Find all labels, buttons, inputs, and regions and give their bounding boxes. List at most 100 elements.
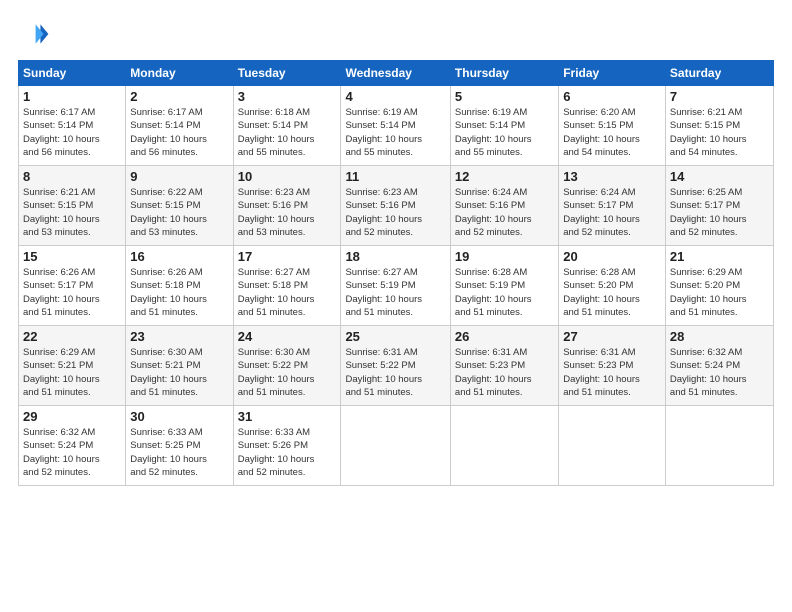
- calendar-cell: [665, 406, 773, 486]
- day-info: Sunrise: 6:17 AM Sunset: 5:14 PM Dayligh…: [130, 106, 228, 159]
- header: [18, 18, 774, 50]
- calendar-cell: 28 Sunrise: 6:32 AM Sunset: 5:24 PM Dayli…: [665, 326, 773, 406]
- day-info: Sunrise: 6:28 AM Sunset: 5:20 PM Dayligh…: [563, 266, 661, 319]
- day-number: 29: [23, 409, 121, 424]
- day-number: 12: [455, 169, 554, 184]
- calendar-cell: 25 Sunrise: 6:31 AM Sunset: 5:22 PM Dayli…: [341, 326, 450, 406]
- day-number: 8: [23, 169, 121, 184]
- calendar-header: SundayMondayTuesdayWednesdayThursdayFrid…: [19, 61, 774, 86]
- calendar-cell: 21 Sunrise: 6:29 AM Sunset: 5:20 PM Dayli…: [665, 246, 773, 326]
- calendar-cell: 6 Sunrise: 6:20 AM Sunset: 5:15 PM Daylig…: [559, 86, 666, 166]
- week-row-3: 15Sunrise: 6:26 AM Sunset: 5:17 PM Dayli…: [19, 246, 774, 326]
- weekday-wednesday: Wednesday: [341, 61, 450, 86]
- day-number: 18: [345, 249, 445, 264]
- logo-icon: [18, 18, 50, 50]
- day-info: Sunrise: 6:24 AM Sunset: 5:17 PM Dayligh…: [563, 186, 661, 239]
- calendar-cell: 24 Sunrise: 6:30 AM Sunset: 5:22 PM Dayli…: [233, 326, 341, 406]
- day-number: 4: [345, 89, 445, 104]
- calendar-cell: 17Sunrise: 6:27 AM Sunset: 5:18 PM Dayli…: [233, 246, 341, 326]
- calendar-cell: 23 Sunrise: 6:30 AM Sunset: 5:21 PM Dayli…: [126, 326, 233, 406]
- day-info: Sunrise: 6:23 AM Sunset: 5:16 PM Dayligh…: [238, 186, 337, 239]
- calendar-cell: 2 Sunrise: 6:17 AM Sunset: 5:14 PM Daylig…: [126, 86, 233, 166]
- day-info: Sunrise: 6:27 AM Sunset: 5:19 PM Dayligh…: [345, 266, 445, 319]
- day-number: 27: [563, 329, 661, 344]
- calendar-cell: 1 Sunrise: 6:17 AM Sunset: 5:14 PM Daylig…: [19, 86, 126, 166]
- day-number: 1: [23, 89, 121, 104]
- weekday-sunday: Sunday: [19, 61, 126, 86]
- day-info: Sunrise: 6:31 AM Sunset: 5:22 PM Dayligh…: [345, 346, 445, 399]
- day-info: Sunrise: 6:31 AM Sunset: 5:23 PM Dayligh…: [455, 346, 554, 399]
- calendar-cell: 18 Sunrise: 6:27 AM Sunset: 5:19 PM Dayli…: [341, 246, 450, 326]
- day-number: 30: [130, 409, 228, 424]
- day-number: 20: [563, 249, 661, 264]
- week-row-1: 1 Sunrise: 6:17 AM Sunset: 5:14 PM Daylig…: [19, 86, 774, 166]
- calendar-cell: 11Sunrise: 6:23 AM Sunset: 5:16 PM Dayli…: [341, 166, 450, 246]
- day-info: Sunrise: 6:18 AM Sunset: 5:14 PM Dayligh…: [238, 106, 337, 159]
- day-number: 28: [670, 329, 769, 344]
- calendar-cell: 8 Sunrise: 6:21 AM Sunset: 5:15 PM Daylig…: [19, 166, 126, 246]
- day-info: Sunrise: 6:19 AM Sunset: 5:14 PM Dayligh…: [345, 106, 445, 159]
- calendar-cell: [559, 406, 666, 486]
- day-number: 26: [455, 329, 554, 344]
- day-number: 21: [670, 249, 769, 264]
- day-number: 5: [455, 89, 554, 104]
- day-info: Sunrise: 6:24 AM Sunset: 5:16 PM Dayligh…: [455, 186, 554, 239]
- calendar-cell: 30Sunrise: 6:33 AM Sunset: 5:25 PM Dayli…: [126, 406, 233, 486]
- week-row-5: 29 Sunrise: 6:32 AM Sunset: 5:24 PM Dayli…: [19, 406, 774, 486]
- day-number: 16: [130, 249, 228, 264]
- day-number: 23: [130, 329, 228, 344]
- day-info: Sunrise: 6:32 AM Sunset: 5:24 PM Dayligh…: [670, 346, 769, 399]
- day-number: 22: [23, 329, 121, 344]
- weekday-thursday: Thursday: [450, 61, 558, 86]
- day-number: 3: [238, 89, 337, 104]
- day-info: Sunrise: 6:26 AM Sunset: 5:18 PM Dayligh…: [130, 266, 228, 319]
- day-info: Sunrise: 6:33 AM Sunset: 5:26 PM Dayligh…: [238, 426, 337, 479]
- calendar-cell: 12 Sunrise: 6:24 AM Sunset: 5:16 PM Dayli…: [450, 166, 558, 246]
- weekday-header-row: SundayMondayTuesdayWednesdayThursdayFrid…: [19, 61, 774, 86]
- calendar-cell: 14 Sunrise: 6:25 AM Sunset: 5:17 PM Dayli…: [665, 166, 773, 246]
- calendar-cell: 9Sunrise: 6:22 AM Sunset: 5:15 PM Daylig…: [126, 166, 233, 246]
- day-info: Sunrise: 6:17 AM Sunset: 5:14 PM Dayligh…: [23, 106, 121, 159]
- day-info: Sunrise: 6:27 AM Sunset: 5:18 PM Dayligh…: [238, 266, 337, 319]
- calendar-cell: 29 Sunrise: 6:32 AM Sunset: 5:24 PM Dayli…: [19, 406, 126, 486]
- day-number: 2: [130, 89, 228, 104]
- calendar-cell: 15Sunrise: 6:26 AM Sunset: 5:17 PM Dayli…: [19, 246, 126, 326]
- calendar-body: 1 Sunrise: 6:17 AM Sunset: 5:14 PM Daylig…: [19, 86, 774, 486]
- calendar-cell: 3 Sunrise: 6:18 AM Sunset: 5:14 PM Daylig…: [233, 86, 341, 166]
- day-info: Sunrise: 6:29 AM Sunset: 5:20 PM Dayligh…: [670, 266, 769, 319]
- day-number: 6: [563, 89, 661, 104]
- logo: [18, 18, 54, 50]
- calendar-cell: [450, 406, 558, 486]
- day-number: 7: [670, 89, 769, 104]
- day-info: Sunrise: 6:30 AM Sunset: 5:21 PM Dayligh…: [130, 346, 228, 399]
- calendar-cell: 19Sunrise: 6:28 AM Sunset: 5:19 PM Dayli…: [450, 246, 558, 326]
- day-number: 14: [670, 169, 769, 184]
- day-number: 24: [238, 329, 337, 344]
- calendar-cell: 22 Sunrise: 6:29 AM Sunset: 5:21 PM Dayli…: [19, 326, 126, 406]
- calendar-cell: 27 Sunrise: 6:31 AM Sunset: 5:23 PM Dayli…: [559, 326, 666, 406]
- day-info: Sunrise: 6:29 AM Sunset: 5:21 PM Dayligh…: [23, 346, 121, 399]
- calendar-cell: 16 Sunrise: 6:26 AM Sunset: 5:18 PM Dayli…: [126, 246, 233, 326]
- day-number: 15: [23, 249, 121, 264]
- calendar-cell: 7 Sunrise: 6:21 AM Sunset: 5:15 PM Daylig…: [665, 86, 773, 166]
- day-info: Sunrise: 6:32 AM Sunset: 5:24 PM Dayligh…: [23, 426, 121, 479]
- calendar-cell: 31Sunrise: 6:33 AM Sunset: 5:26 PM Dayli…: [233, 406, 341, 486]
- day-number: 10: [238, 169, 337, 184]
- day-info: Sunrise: 6:21 AM Sunset: 5:15 PM Dayligh…: [670, 106, 769, 159]
- day-info: Sunrise: 6:25 AM Sunset: 5:17 PM Dayligh…: [670, 186, 769, 239]
- day-info: Sunrise: 6:30 AM Sunset: 5:22 PM Dayligh…: [238, 346, 337, 399]
- calendar-cell: 4 Sunrise: 6:19 AM Sunset: 5:14 PM Daylig…: [341, 86, 450, 166]
- day-number: 25: [345, 329, 445, 344]
- day-info: Sunrise: 6:21 AM Sunset: 5:15 PM Dayligh…: [23, 186, 121, 239]
- calendar-cell: 10 Sunrise: 6:23 AM Sunset: 5:16 PM Dayli…: [233, 166, 341, 246]
- weekday-saturday: Saturday: [665, 61, 773, 86]
- calendar-cell: 20 Sunrise: 6:28 AM Sunset: 5:20 PM Dayli…: [559, 246, 666, 326]
- calendar-cell: 26 Sunrise: 6:31 AM Sunset: 5:23 PM Dayli…: [450, 326, 558, 406]
- day-info: Sunrise: 6:19 AM Sunset: 5:14 PM Dayligh…: [455, 106, 554, 159]
- day-info: Sunrise: 6:20 AM Sunset: 5:15 PM Dayligh…: [563, 106, 661, 159]
- page: SundayMondayTuesdayWednesdayThursdayFrid…: [0, 0, 792, 612]
- day-info: Sunrise: 6:31 AM Sunset: 5:23 PM Dayligh…: [563, 346, 661, 399]
- day-info: Sunrise: 6:23 AM Sunset: 5:16 PM Dayligh…: [345, 186, 445, 239]
- week-row-2: 8 Sunrise: 6:21 AM Sunset: 5:15 PM Daylig…: [19, 166, 774, 246]
- weekday-tuesday: Tuesday: [233, 61, 341, 86]
